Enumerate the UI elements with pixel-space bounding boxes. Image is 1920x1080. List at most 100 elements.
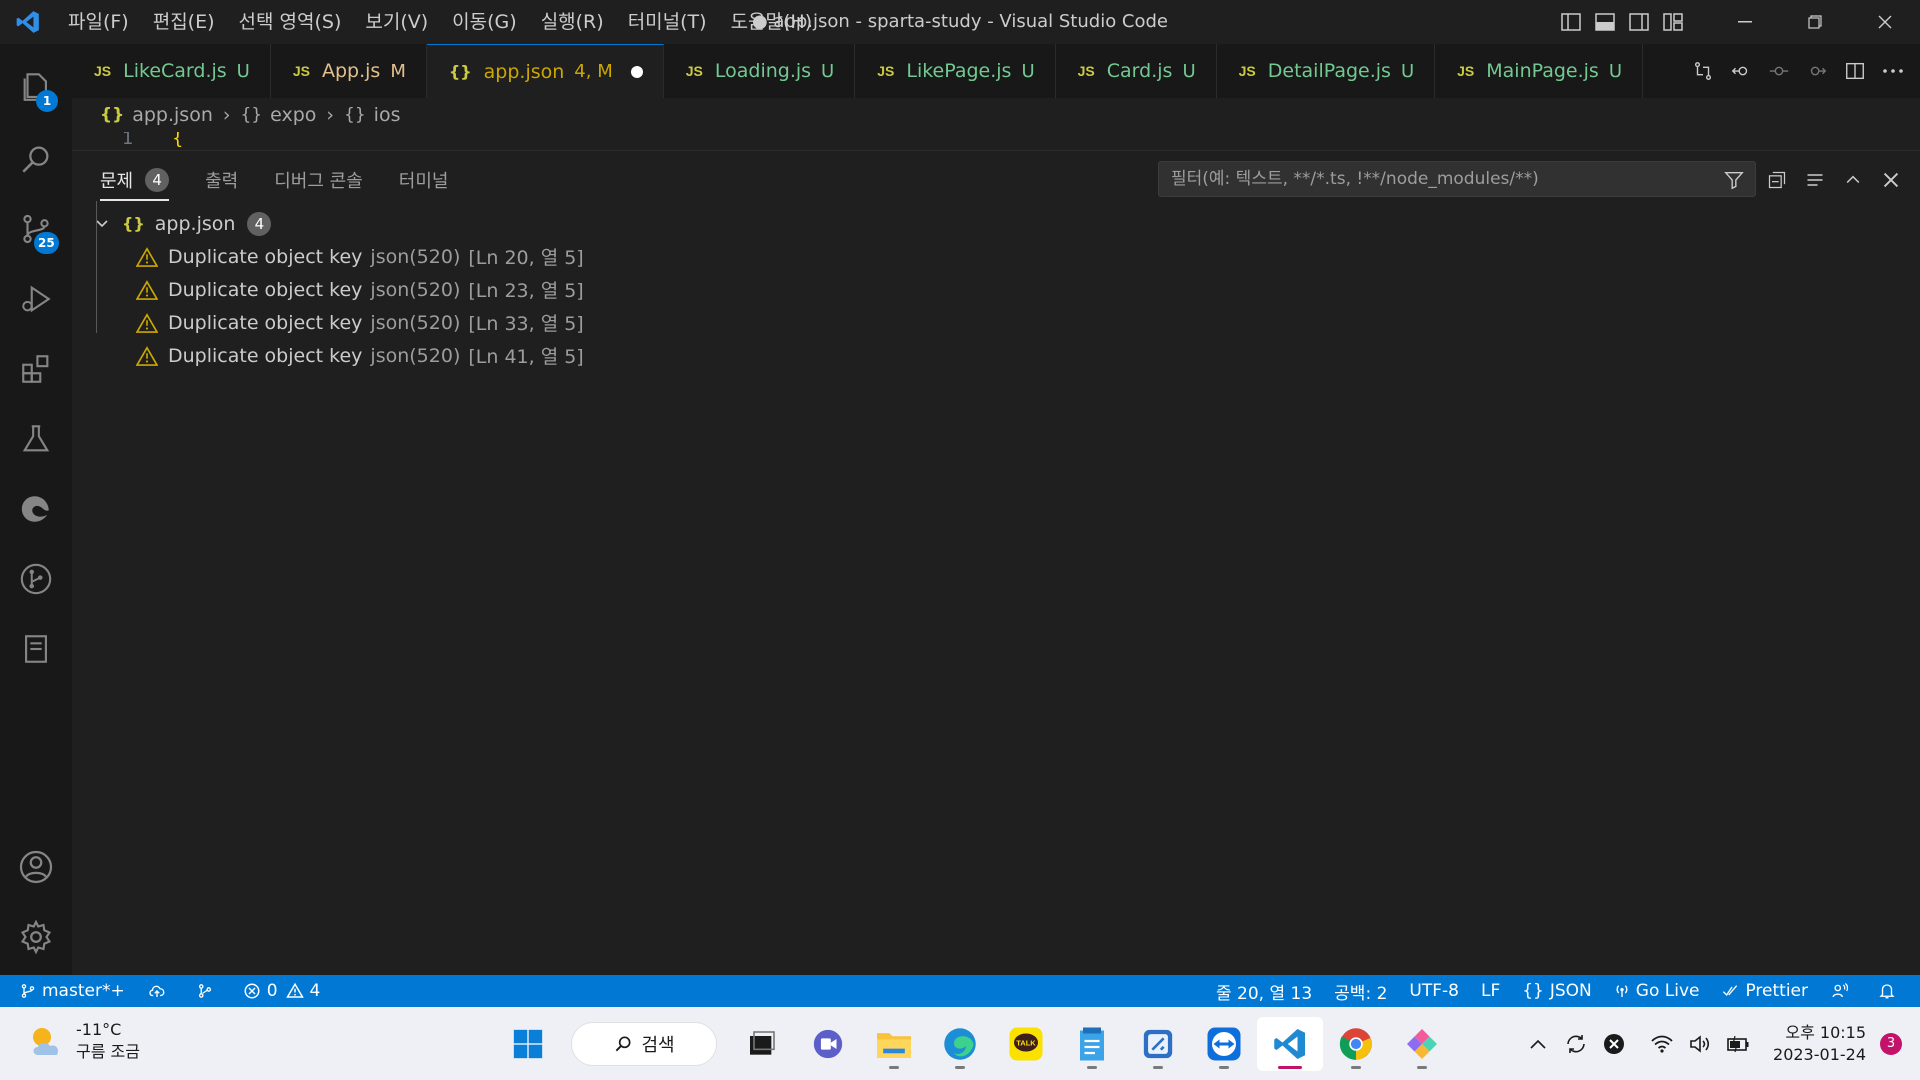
snipping-app-icon[interactable] [1125,1017,1191,1071]
maximize-panel-icon[interactable] [1834,163,1872,197]
menu-help[interactable]: 도움말(H) [719,0,825,44]
settings-gear-icon[interactable] [0,902,72,972]
problem-row[interactable]: Duplicate object key json(520) [Ln 41, 열 5… [92,339,584,372]
wifi-icon[interactable] [1643,1007,1681,1080]
split-editor-icon[interactable] [1836,44,1874,98]
colorful-app-icon[interactable] [1389,1017,1455,1071]
tab-terminal[interactable]: 터미널 [399,163,449,197]
start-button[interactable] [495,1017,561,1071]
explorer-icon[interactable]: 1 [0,52,72,122]
problem-row[interactable]: Duplicate object key json(520) [Ln 23, 열 5… [92,273,584,306]
close-window-icon[interactable] [1850,0,1920,44]
toggle-secondary-sidebar-icon[interactable] [1622,0,1656,44]
cursor-position[interactable]: 줄 20, 열 13 [1216,979,1312,1004]
language-mode[interactable]: {} JSON [1522,981,1592,1001]
running-indicator [1219,1066,1229,1069]
unsaved-dot-icon[interactable] [630,65,643,78]
prettier-status[interactable]: Prettier [1721,981,1808,1001]
go-back-change-icon[interactable] [1722,44,1760,98]
chrome-icon[interactable] [1323,1017,1389,1071]
tab-detailpage-js[interactable]: JS DetailPage.js U [1216,44,1436,98]
close-circle-icon[interactable] [1595,1007,1633,1080]
tab-likecard-js[interactable]: JS LikeCard.js U [72,44,271,98]
file-explorer-icon[interactable] [861,1017,927,1071]
weather-widget[interactable]: -11°C 구름 조금 [26,1019,140,1063]
toggle-panel-icon[interactable] [1588,0,1622,44]
view-as-list-icon[interactable] [1796,163,1834,197]
toggle-primary-sidebar-icon[interactable] [1554,0,1588,44]
restore-icon[interactable] [1780,0,1850,44]
edge-devtools-icon[interactable] [0,474,72,544]
git-graph-icon[interactable] [0,544,72,614]
customize-layout-icon[interactable] [1656,0,1690,44]
git-branch-status[interactable]: master*+ [20,981,125,1001]
notebook-icon[interactable] [0,614,72,684]
taskbar-search[interactable]: 검색 [571,1022,717,1066]
go-live-button[interactable]: Go Live [1614,981,1699,1001]
publish-branch-icon[interactable] [147,982,173,1000]
extensions-icon[interactable] [0,334,72,404]
problem-row[interactable]: Duplicate object key json(520) [Ln 20, 열 5… [92,240,584,273]
notifications-bell-icon[interactable] [1878,982,1902,1000]
tab-problems[interactable]: 문제 4 [100,163,170,201]
tab-likepage-js[interactable]: JS LikePage.js U [855,44,1056,98]
tab-status: 4, M [574,61,613,82]
problem-row[interactable]: Duplicate object key json(520) [Ln 33, 열 5… [92,306,584,339]
volume-icon[interactable] [1681,1007,1719,1080]
more-actions-icon[interactable] [1874,44,1912,98]
vscode-taskbar-icon[interactable] [1257,1017,1323,1071]
editor-area[interactable]: 1 { [72,132,1920,150]
breadcrumb-item-ios[interactable]: ios [374,104,401,126]
filter-input[interactable] [1171,169,1711,189]
kakaotalk-icon[interactable]: TALK [993,1017,1059,1071]
tab-loading-js[interactable]: JS Loading.js U [663,44,856,98]
breadcrumb-item-file[interactable]: app.json [132,104,213,126]
feedback-icon[interactable] [1830,982,1856,1000]
tab-app-json[interactable]: {} app.json 4, M [426,44,664,98]
teams-chat-icon[interactable] [795,1017,861,1071]
tab-debug-console[interactable]: 디버그 콘솔 [274,163,363,197]
notification-center-badge[interactable]: 3 [1880,1032,1902,1055]
close-panel-icon[interactable] [1872,163,1910,197]
task-view-icon[interactable] [729,1017,795,1071]
menu-view[interactable]: 보기(V) [353,0,440,44]
search-icon [616,1036,631,1052]
minimize-icon[interactable] [1710,0,1780,44]
tab-output[interactable]: 출력 [205,163,238,197]
tab-app-js[interactable]: JS App.js M [270,44,427,98]
tab-mainpage-js[interactable]: JS MainPage.js U [1435,44,1644,98]
notepad-icon[interactable] [1059,1017,1125,1071]
battery-icon[interactable] [1719,1007,1757,1080]
menu-go[interactable]: 이동(G) [440,0,529,44]
source-control-icon[interactable]: 25 [0,194,72,264]
menu-selection[interactable]: 선택 영역(S) [227,0,354,44]
teamviewer-icon[interactable] [1191,1017,1257,1071]
collapse-all-icon[interactable] [1758,163,1796,197]
chevron-down-icon[interactable] [92,216,112,232]
breadcrumb: {} app.json › {} expo › {} ios [72,98,1920,132]
menu-file[interactable]: 파일(F) [56,0,141,44]
encoding[interactable]: UTF-8 [1409,981,1459,1001]
run-debug-icon[interactable] [0,264,72,334]
next-change-icon[interactable] [1798,44,1836,98]
search-icon[interactable] [0,124,72,194]
edge-browser-icon[interactable] [927,1017,993,1071]
open-changes-icon[interactable] [1684,44,1722,98]
indentation[interactable]: 공백: 2 [1334,979,1387,1004]
tab-card-js[interactable]: JS Card.js U [1055,44,1217,98]
sync-icon[interactable] [1557,1007,1595,1080]
problems-file-row[interactable]: {} app.json 4 [92,207,584,240]
menu-terminal[interactable]: 터미널(T) [616,0,719,44]
menu-edit[interactable]: 편집(E) [141,0,227,44]
testing-icon[interactable] [0,404,72,474]
problems-status[interactable]: 0 4 [243,981,320,1001]
previous-change-icon[interactable] [1760,44,1798,98]
chevron-up-icon[interactable] [1519,1007,1557,1080]
accounts-icon[interactable] [0,832,72,902]
breadcrumb-item-expo[interactable]: expo [270,104,316,126]
git-graph-status-icon[interactable] [195,982,221,1000]
clock[interactable]: 오후 10:15 2023-01-24 [1773,1022,1866,1066]
filter-icon[interactable] [1723,169,1745,195]
end-of-line[interactable]: LF [1481,981,1500,1001]
menu-run[interactable]: 실행(R) [529,0,616,44]
